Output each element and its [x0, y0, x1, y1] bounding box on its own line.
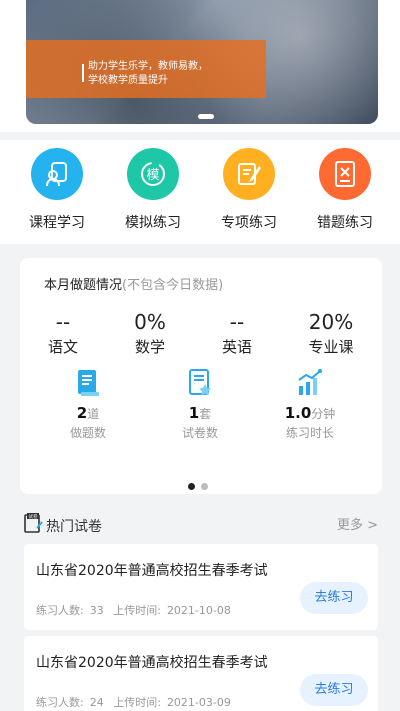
special-icon [223, 148, 275, 200]
more-link[interactable]: 更多 > [337, 514, 378, 533]
banner-text: 助力学生乐学，教师易教， 学校教学质量提升 [88, 60, 208, 88]
course-icon [31, 148, 83, 200]
paper-card[interactable]: 山东省2020年普通高校招生春季考试 练习人数: 24 上传时间: 2021-03-… [24, 636, 378, 711]
svg-text:模: 模 [146, 168, 159, 183]
metric-label: 做题数 [69, 426, 106, 440]
menu-item-wrong[interactable]: 错题练习 [300, 148, 390, 232]
menu-label: 模拟练习 [125, 215, 181, 231]
metric-number: 2 [76, 404, 88, 422]
banner-section: 助力学生乐学，教师易教， 学校教学质量提升 [0, 0, 400, 132]
stats-card[interactable]: 本月做题情况(不包含今日数据) -- 语文 0% 数学 -- 英语 20% 专业… [20, 258, 382, 494]
pager-dot[interactable] [201, 483, 208, 490]
metric-unit: 套 [199, 407, 212, 421]
quick-menu: 课程学习 模 模拟练习 专项练习 错题练习 [0, 140, 400, 244]
menu-label: 课程学习 [29, 215, 85, 231]
subject-value: -- [55, 310, 71, 334]
paper-meta: 练习人数: 33 上传时间: 2021-10-08 [36, 602, 237, 618]
banner-line-2: 学校教学质量提升 [88, 75, 168, 86]
subject-value: 20% [308, 310, 354, 334]
menu-item-special[interactable]: 专项练习 [204, 148, 294, 232]
paper-title: 山东省2020年普通高校招生春季考试 [36, 655, 268, 671]
metric-number: 1 [188, 404, 200, 422]
menu-item-mock[interactable]: 模 模拟练习 [108, 148, 198, 232]
subject-name: 专业课 [308, 338, 354, 356]
subject-name: 语文 [47, 338, 78, 356]
subject-major: 20% 专业课 [296, 310, 366, 357]
svg-text:试卷: 试卷 [29, 513, 38, 520]
metric-value: 2道 [48, 404, 128, 422]
metric-unit: 分钟 [311, 407, 336, 421]
menu-label: 专项练习 [221, 215, 277, 231]
banner-line-1: 助力学生乐学，教师易教， [88, 61, 208, 72]
metric-label: 试卷数 [181, 426, 218, 440]
stats-title: 本月做题情况(不包含今日数据) [44, 274, 223, 293]
wrong-icon [319, 148, 371, 200]
metric-value: 1.0分钟 [270, 404, 350, 422]
practice-button[interactable]: 去练习 [300, 674, 368, 706]
metric-questions: 2道 做题数 [48, 368, 128, 441]
growth-chart-icon [270, 368, 350, 398]
subject-math: 0% 数学 [115, 310, 185, 357]
hot-papers-header: 试卷 热门试卷 更多 > [0, 504, 400, 540]
stats-subtitle: (不包含今日数据) [122, 278, 224, 293]
subject-name: 英语 [221, 338, 252, 356]
metric-papers: 1套 试卷数 [160, 368, 240, 441]
subject-english: -- 英语 [202, 310, 272, 357]
paper-title: 山东省2020年普通高校招生春季考试 [36, 563, 268, 579]
metric-value: 1套 [160, 404, 240, 422]
document-list-icon [48, 368, 128, 398]
paper-card[interactable]: 山东省2020年普通高校招生春季考试 练习人数: 33 上传时间: 2021-10-… [24, 544, 378, 630]
subject-chinese: -- 语文 [28, 310, 98, 357]
time-label: 上传时间: [113, 604, 161, 617]
hot-papers-title: 热门试卷 [46, 519, 102, 535]
metric-duration: 1.0分钟 练习时长 [270, 368, 350, 441]
metric-number: 1.0 [284, 404, 312, 422]
count-label: 练习人数: [36, 696, 84, 709]
stats-pager[interactable] [188, 475, 214, 494]
banner-indicator [198, 114, 214, 119]
subject-name: 数学 [134, 338, 165, 356]
upload-time: 2021-03-09 [166, 696, 231, 709]
practice-count: 33 [89, 604, 104, 617]
subject-value: 0% [134, 310, 166, 334]
practice-count: 24 [89, 696, 104, 709]
subject-value: -- [229, 310, 245, 334]
paper-star-icon [160, 368, 240, 398]
stats-title-text: 本月做题情况 [44, 278, 123, 293]
banner-carousel[interactable]: 助力学生乐学，教师易教， 学校教学质量提升 [26, 0, 378, 124]
paper-meta: 练习人数: 24 上传时间: 2021-03-09 [36, 694, 237, 710]
upload-time: 2021-10-08 [166, 604, 231, 617]
mock-icon: 模 [127, 148, 179, 200]
menu-item-course[interactable]: 课程学习 [12, 148, 102, 232]
pager-dot-active[interactable] [188, 483, 195, 490]
banner-divider [82, 64, 84, 82]
time-label: 上传时间: [113, 696, 161, 709]
metric-unit: 道 [87, 407, 100, 421]
practice-button[interactable]: 去练习 [300, 582, 368, 614]
count-label: 练习人数: [36, 604, 84, 617]
menu-label: 错题练习 [317, 215, 373, 231]
exam-paper-icon: 试卷 [24, 512, 44, 538]
metric-label: 练习时长 [285, 426, 334, 440]
